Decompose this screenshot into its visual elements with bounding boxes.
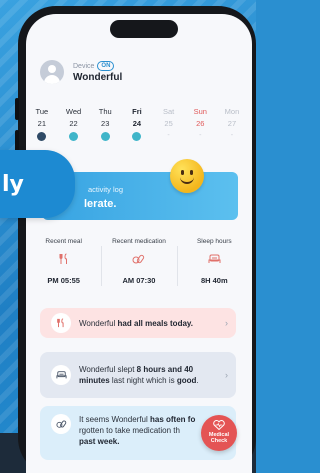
device-row: Device ON [73, 61, 122, 71]
day-tue[interactable]: Tue 21 [26, 107, 58, 141]
chevron-right-icon: › [225, 370, 228, 380]
utensils-icon [26, 248, 101, 270]
text-emphasis: has often fo [150, 415, 196, 424]
day-date: 27 [227, 119, 237, 128]
smiley-icon [170, 159, 204, 193]
text-emphasis: good [176, 376, 197, 385]
day-name: Thu [98, 107, 112, 116]
phone-side-button [15, 98, 19, 120]
text-part: last night which is [109, 376, 177, 385]
pill-icon [51, 414, 71, 434]
day-thu[interactable]: Thu 23 [89, 107, 121, 141]
smiley-eye [181, 170, 184, 175]
day-sat[interactable]: Sat 25 - [153, 107, 185, 141]
day-name: Sun [193, 107, 207, 116]
pill-icon [101, 248, 176, 270]
avatar-body [44, 75, 60, 84]
smiley-eye [190, 170, 193, 175]
device-label: Device [73, 62, 95, 70]
activity-label: activity log [88, 185, 124, 194]
day-date: 24 [132, 119, 142, 128]
week-calendar: Tue 21 Wed 22 Thu 23 Fri 24 Sat 25 - Sun… [26, 102, 252, 158]
day-name: Fri [132, 107, 142, 116]
stat-label: Sleep hours [196, 238, 232, 245]
day-date: 22 [69, 119, 78, 128]
medication-summary-text: It seems Wonderful has often fo rgotten t… [79, 414, 219, 447]
stat-sleep-hours[interactable]: Sleep hours 8H 40m [176, 226, 252, 286]
day-date: 25 [164, 119, 173, 128]
stat-label: Recent medication [112, 238, 166, 245]
day-fri-selected[interactable]: Fri 24 [121, 102, 153, 158]
stat-recent-medication[interactable]: Recent medication AM 07:30 [101, 226, 176, 286]
day-name: Wed [65, 107, 82, 116]
text-part: rgotten to take medication th [79, 426, 180, 435]
stat-value: 8H 40m [200, 276, 228, 285]
stat-value: PM 05:55 [47, 276, 80, 285]
phone-notch [110, 20, 178, 38]
header-text: Device ON Wonderful [73, 61, 122, 83]
sleep-summary-card[interactable]: Wonderful slept 8 hours and 40 minutes l… [40, 352, 236, 398]
status-empty: - [230, 132, 234, 139]
fab-label-line2: Check [210, 438, 228, 444]
meal-summary-card[interactable]: Wonderful had all meals today. › [40, 308, 236, 338]
meal-summary-text: Wonderful had all meals today. [79, 318, 219, 329]
day-mon[interactable]: Mon 27 - [216, 107, 248, 141]
stat-label: Recent meal [45, 238, 82, 245]
status-empty: - [167, 132, 170, 139]
recent-stats: Recent meal PM 05:55 Recent medication A… [26, 226, 252, 286]
day-name: Sat [162, 107, 175, 116]
day-wed[interactable]: Wed 22 [58, 107, 90, 141]
chevron-right-icon: › [225, 318, 228, 328]
text-emphasis: had all meals today. [117, 318, 193, 328]
text-part: Wonderful slept [79, 365, 137, 374]
bed-icon [177, 248, 252, 270]
day-sun[interactable]: Sun 26 - [184, 107, 216, 141]
device-status-badge[interactable]: ON [97, 61, 115, 71]
overlay-tag-text: ly [2, 172, 24, 197]
utensils-icon [51, 313, 71, 333]
day-date: 23 [101, 119, 110, 128]
bed-icon [51, 365, 71, 385]
day-name: Tue [35, 107, 49, 116]
day-date: 21 [37, 119, 47, 128]
day-name: Mon [224, 107, 240, 116]
heart-pulse-icon [201, 420, 237, 432]
user-name: Wonderful [73, 72, 123, 83]
smiley-mouth [180, 176, 194, 184]
avatar[interactable] [40, 60, 64, 84]
text-part: . [196, 376, 199, 385]
status-dot [37, 132, 47, 141]
stat-recent-meal[interactable]: Recent meal PM 05:55 [26, 226, 101, 285]
overlay-tag: ly [0, 150, 75, 218]
status-dot [132, 132, 142, 141]
day-date: 26 [196, 119, 205, 128]
status-dot [100, 132, 110, 141]
text-part: Wonderful [79, 318, 118, 328]
device-header[interactable]: Device ON Wonderful [40, 60, 122, 84]
status-empty: - [199, 132, 202, 139]
text-part: It seems Wonderful [79, 415, 150, 424]
avatar-head [48, 65, 56, 73]
text-emphasis: past week. [79, 437, 120, 446]
status-dot [69, 132, 79, 141]
medical-check-button[interactable]: Medical Check [201, 415, 237, 451]
sleep-summary-text: Wonderful slept 8 hours and 40 minutes l… [79, 364, 219, 386]
stat-value: AM 07:30 [122, 276, 156, 285]
activity-level: lerate. [84, 198, 117, 210]
